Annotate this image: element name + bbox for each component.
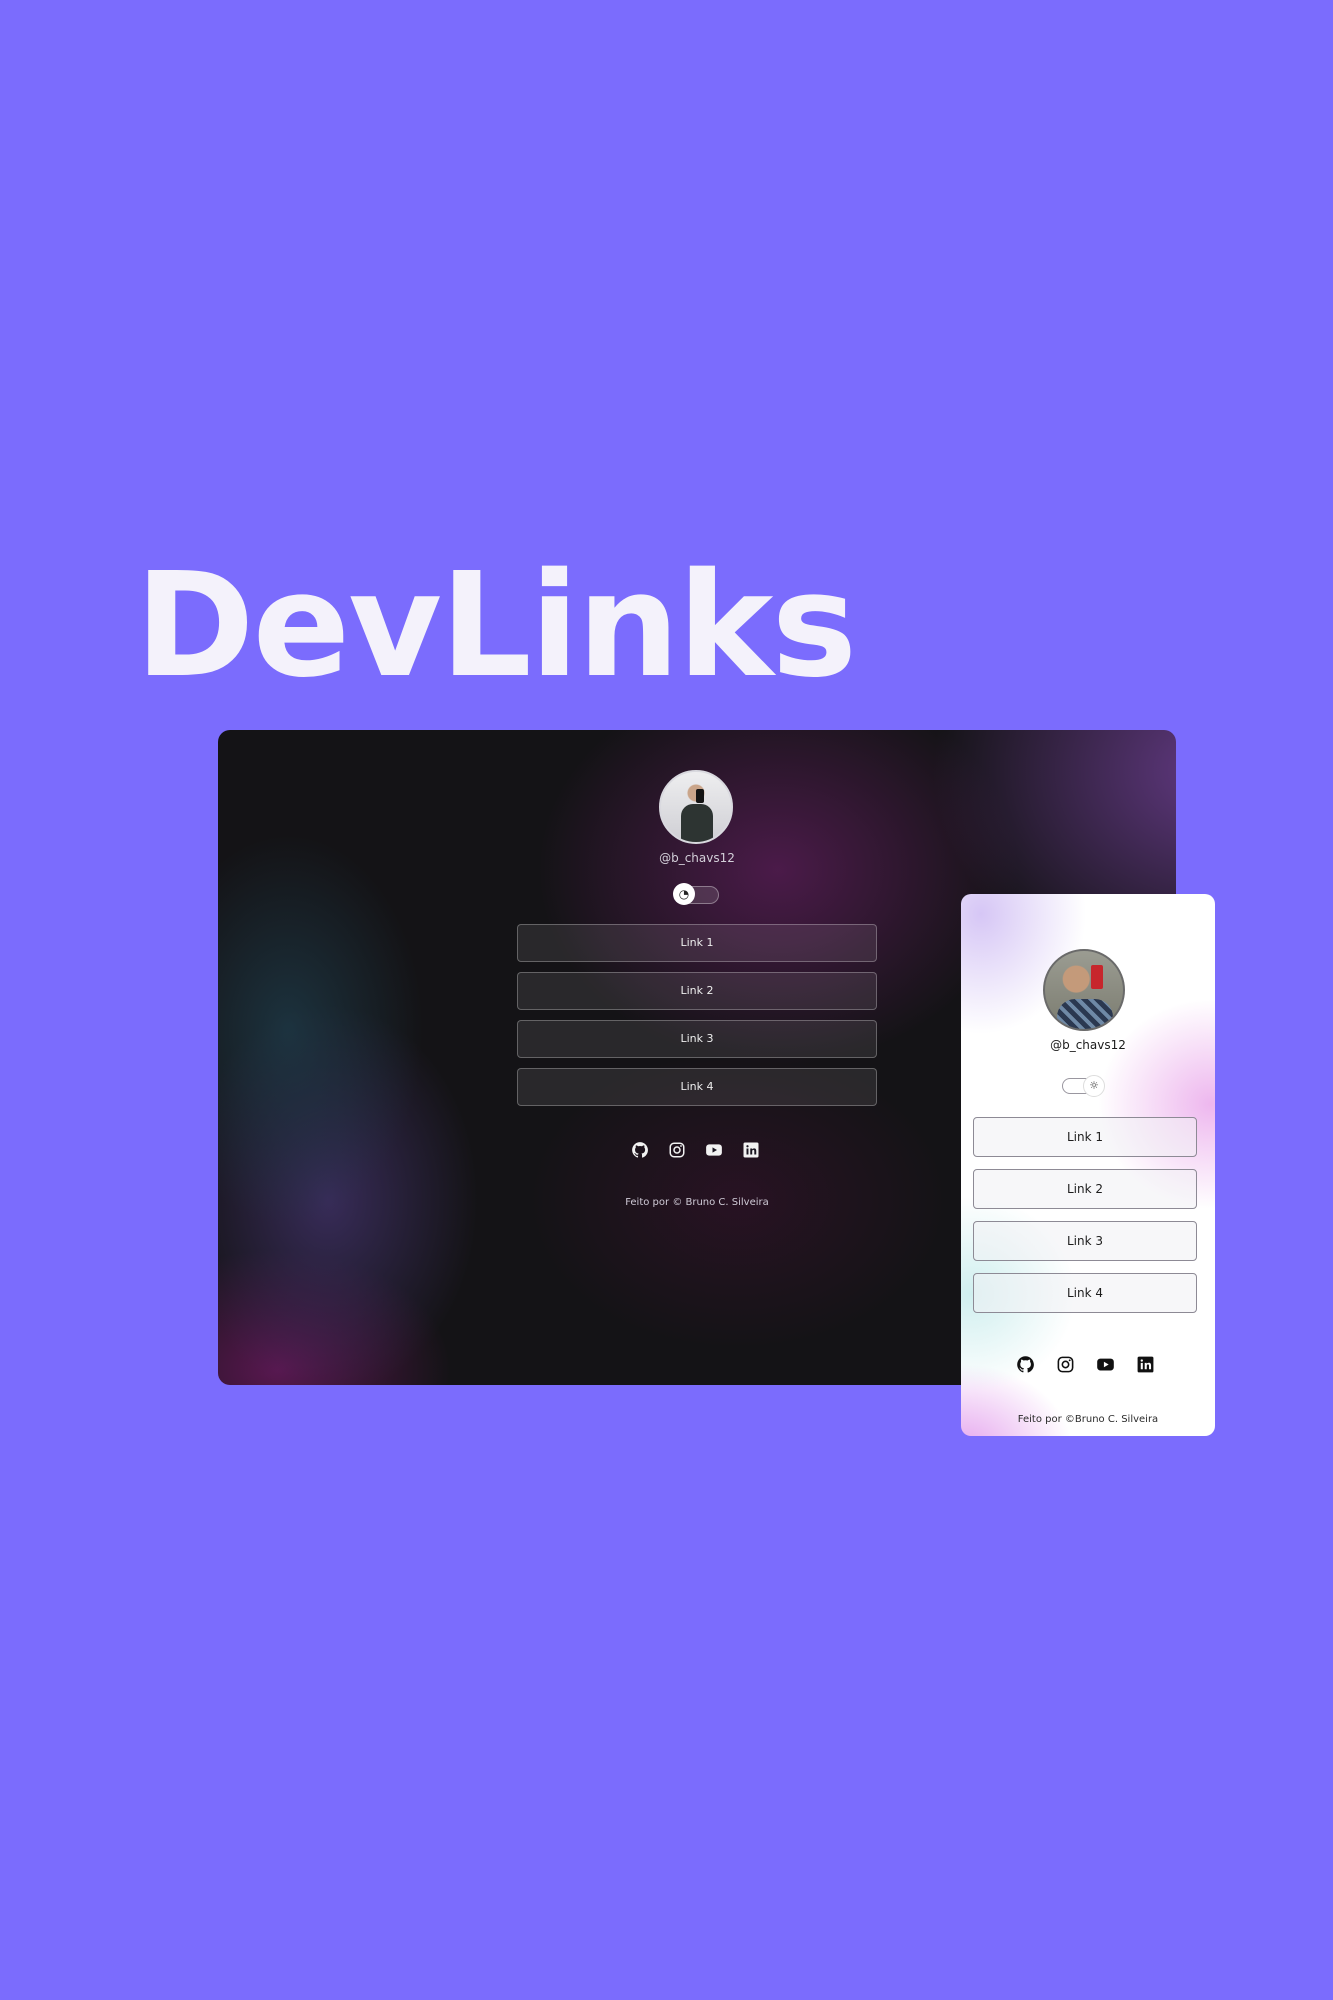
avatar xyxy=(659,770,733,844)
youtube-icon[interactable] xyxy=(1096,1355,1115,1374)
github-icon[interactable] xyxy=(1016,1355,1035,1374)
link-button-2[interactable]: Link 2 xyxy=(517,972,877,1010)
link-button-1[interactable]: Link 1 xyxy=(973,1117,1197,1157)
link-button-4[interactable]: Link 4 xyxy=(517,1068,877,1106)
link-list: Link 1 Link 2 Link 3 Link 4 xyxy=(973,1117,1197,1325)
instagram-icon[interactable] xyxy=(1056,1355,1075,1374)
link-button-1[interactable]: Link 1 xyxy=(517,924,877,962)
sun-icon: ☼ xyxy=(1083,1075,1105,1097)
footer-credit: Feito por ©Bruno C. Silveira xyxy=(1017,1414,1159,1425)
linkedin-icon[interactable] xyxy=(1136,1355,1155,1374)
mobile-preview: @b_chavs12 ☼ Link 1 Link 2 Link 3 Link 4… xyxy=(961,894,1215,1436)
profile-handle: @b_chavs12 xyxy=(659,851,735,865)
profile-handle: @b_chavs12 xyxy=(1050,1038,1126,1052)
link-button-2[interactable]: Link 2 xyxy=(973,1169,1197,1209)
youtube-icon[interactable] xyxy=(705,1141,723,1159)
page-headline: DevLinks xyxy=(135,541,857,709)
avatar xyxy=(1043,949,1125,1031)
link-list: Link 1 Link 2 Link 3 Link 4 xyxy=(517,924,877,1116)
link-button-4[interactable]: Link 4 xyxy=(973,1273,1197,1313)
social-links xyxy=(631,1141,760,1159)
moon-icon: ◔ xyxy=(673,883,695,905)
theme-toggle[interactable]: ◔ xyxy=(673,883,719,905)
github-icon[interactable] xyxy=(631,1141,649,1159)
social-links xyxy=(1016,1355,1155,1374)
theme-toggle[interactable]: ☼ xyxy=(1062,1075,1105,1097)
link-button-3[interactable]: Link 3 xyxy=(517,1020,877,1058)
link-button-3[interactable]: Link 3 xyxy=(973,1221,1197,1261)
instagram-icon[interactable] xyxy=(668,1141,686,1159)
linkedin-icon[interactable] xyxy=(742,1141,760,1159)
